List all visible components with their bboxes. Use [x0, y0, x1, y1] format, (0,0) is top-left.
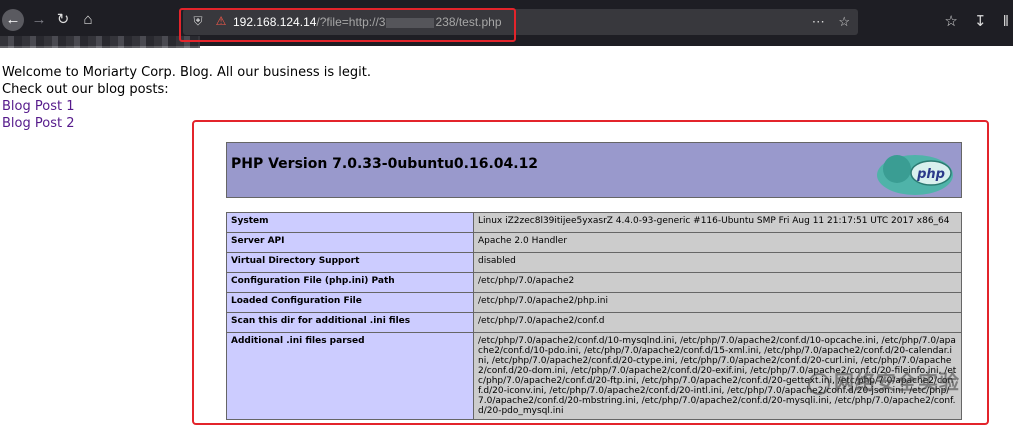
blog-posts-heading: Check out our blog posts: [2, 82, 169, 97]
star-icon[interactable]: ☆ [838, 14, 850, 29]
url-highlight-box [179, 8, 516, 42]
welcome-text: Welcome to Moriarty Corp. Blog. All our … [2, 65, 371, 80]
watermark-text: 网络安全实验 [834, 370, 960, 394]
ellipsis-icon[interactable]: ⋯ [812, 14, 825, 29]
forward-icon[interactable]: → [28, 9, 50, 31]
wechat-icon [808, 372, 830, 395]
pocket-icon[interactable]: ☆ [944, 13, 957, 30]
redacted-tab-strip [0, 36, 200, 48]
blog-post-1-link[interactable]: Blog Post 1 [2, 98, 371, 115]
home-icon[interactable]: ⌂ [77, 9, 99, 31]
toolbar-right: ☆ ↧ ‖ [932, 12, 1009, 30]
back-icon[interactable]: ← [2, 9, 24, 31]
watermark: 网络安全实验 [808, 366, 1013, 400]
library-icon[interactable]: ‖ [1003, 13, 1009, 30]
download-icon[interactable]: ↧ [974, 13, 987, 30]
url-actions: ⋯ ☆ [802, 14, 850, 30]
reload-icon[interactable]: ↻ [52, 9, 74, 31]
